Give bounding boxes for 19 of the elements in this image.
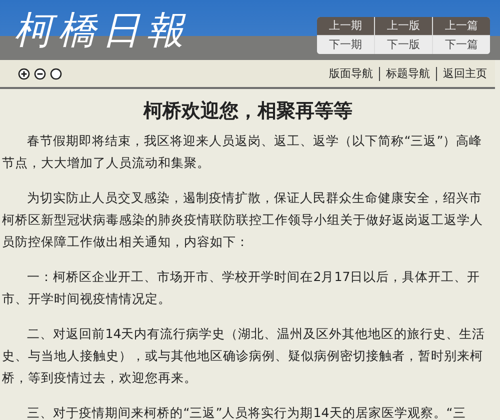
article-paragraph: 三、对于疫情期间来柯桥的“三返”人员将实行为期14天的居家医学观察。“三 — [26, 404, 467, 420]
article-paragraph: 春节假期即将结束，我区将迎来人员返岗、返工、返学（以下简称“三返”）高峰节点，大大增加了人员流动和集聚。 — [2, 132, 484, 172]
nav-link[interactable]: 版面导航 — [329, 66, 373, 81]
nav-button[interactable]: 上一版 — [375, 16, 432, 34]
article-paragraph: 一：柯桥区企业开工、市场开市、学校开学时间在2月17日以后，具体开工、开市、开学时间视疫情情况定。 — [2, 268, 482, 308]
nav-button[interactable]: 上一篇 — [433, 16, 490, 34]
article-paragraph: 为切实防止人员交叉感染，遏制疫情扩散，保证人民群众生命健康安全，绍兴市柯桥区新型冠状病毒感染的肺炎疫情联防联控工作领导小组关于做好返岗返工返学人员防控保障工作做出相关通知，内容如下： — [2, 189, 484, 251]
nav-link[interactable]: 返回主页 — [443, 66, 487, 81]
zoom-out-icon[interactable] — [34, 68, 46, 80]
article-title: 柯桥欢迎您，相聚再等等 — [142, 99, 354, 124]
nav-button[interactable]: 下一期 — [317, 36, 374, 54]
nav-link[interactable]: 标题导航 — [386, 66, 430, 81]
nav-button[interactable]: 上一期 — [317, 16, 374, 34]
nav-button[interactable]: 下一篇 — [433, 36, 490, 54]
article-paragraph: 二、对返回前14天内有流行病学史（湖北、温州及区外其他地区的旅行史、生活史、与当地人接触史），或与其他地区确诊病例、疑似病例密切接触者，暂时别来柯桥，等到疫情过去，欢迎您再来。 — [2, 325, 486, 387]
nav-button[interactable]: 下一版 — [375, 36, 432, 54]
newspaper-logo: 柯橋日報 — [14, 11, 190, 49]
circle-icon[interactable] — [50, 68, 62, 80]
zoom-in-icon[interactable] — [18, 68, 30, 80]
